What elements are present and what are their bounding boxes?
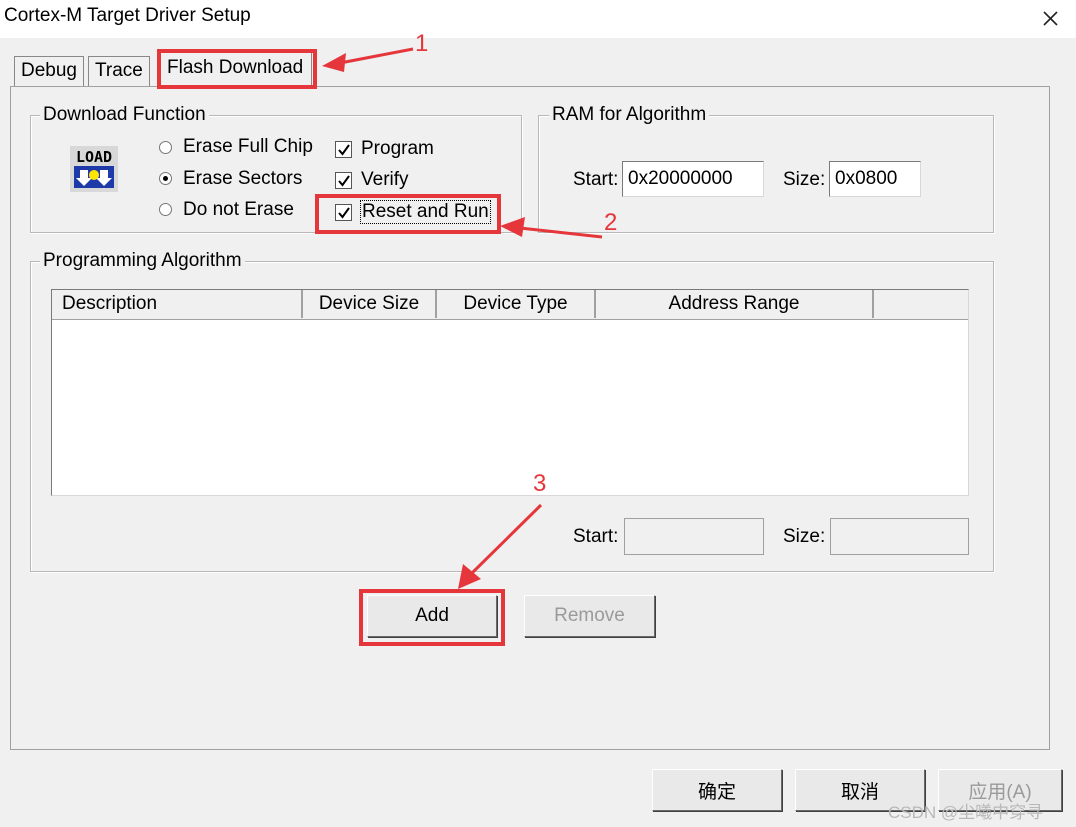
arrow-2-icon [500, 217, 603, 239]
watermark: CSDN @尘曦中穿寻 [888, 803, 1044, 822]
arrow-3-icon [458, 503, 543, 589]
arrow-1-icon [322, 47, 414, 72]
annotation-step-2: 2 [604, 209, 618, 236]
annotation-step-1: 1 [415, 30, 429, 57]
annotation-arrows [322, 47, 603, 589]
annotation-step-3: 3 [533, 470, 547, 497]
